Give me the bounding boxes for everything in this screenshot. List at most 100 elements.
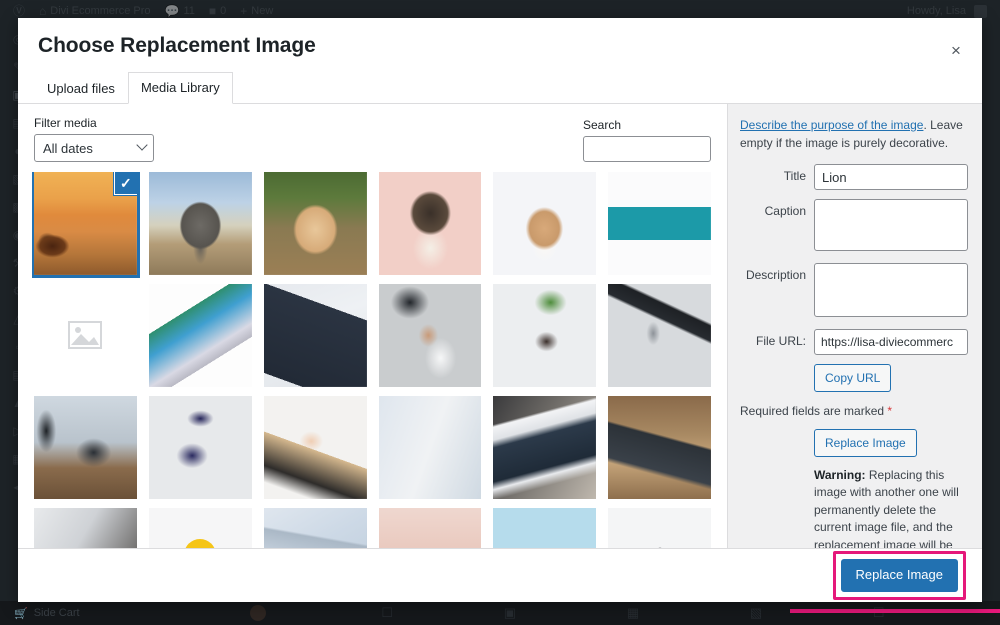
mobile-icon[interactable]: ☐ — [381, 605, 393, 621]
title-field-row: Title — [740, 164, 968, 190]
replace-image-highlight: Replace Image — [832, 551, 966, 600]
thumbnail-subject — [378, 283, 482, 387]
media-item-laptop-on-desk[interactable] — [608, 395, 711, 499]
plus-icon: + — [240, 4, 248, 18]
avatar — [974, 4, 987, 18]
media-item-samsung-phone[interactable] — [148, 283, 252, 387]
selected-check-icon: ✓ — [113, 172, 137, 195]
media-item-lion-in-grassland[interactable]: ✓ — [34, 172, 137, 275]
media-library-panel: Filter media All dates Search ✓ — [18, 104, 727, 548]
replace-image-button[interactable]: Replace Image — [840, 559, 958, 592]
search-label: Search — [583, 118, 622, 132]
media-item-vr-headset[interactable] — [493, 507, 597, 548]
alt-text-description: Describe the purpose of the image. Leave… — [740, 116, 968, 152]
thumbnail-subject — [378, 172, 482, 275]
modal-body: Filter media All dates Search ✓ Describe… — [18, 104, 982, 548]
monitor-icon[interactable]: ▧ — [750, 605, 762, 621]
thumbnail-subject — [379, 396, 482, 499]
thumbnail-subject — [493, 283, 597, 387]
caption-field-row: Caption — [740, 199, 968, 254]
media-item-corgi-dog[interactable] — [493, 172, 597, 275]
side-cart-label: Side Cart — [33, 607, 80, 619]
media-item-teal-sofa[interactable] — [608, 172, 711, 275]
thumbnail-subject — [148, 283, 252, 387]
description-control — [814, 263, 968, 320]
media-item-studio-desk[interactable] — [34, 395, 137, 499]
media-filter-bar: Filter media All dates Search — [32, 116, 713, 172]
comment-bubble-icon: 💬 — [164, 4, 180, 18]
thumbnail-subject — [263, 507, 367, 548]
image-placeholder-icon — [34, 284, 137, 387]
file-url-field-row: File URL: — [740, 329, 968, 355]
media-item-pink-sky[interactable] — [378, 507, 482, 548]
media-item-laptop-coffee[interactable] — [263, 507, 367, 548]
tab-media-library[interactable]: Media Library — [127, 72, 233, 104]
date-filter-wrap: All dates — [34, 134, 154, 162]
media-item-parachute-graphic[interactable] — [148, 507, 252, 548]
thumbnail-subject — [493, 507, 597, 548]
replace-image-secondary-button[interactable]: Replace Image — [814, 429, 917, 457]
accent-bar — [790, 609, 1000, 613]
home-icon: ⌂ — [39, 4, 47, 18]
media-item-hair-dryer[interactable] — [148, 395, 252, 499]
site-name-label: Divi Ecommerce Pro — [50, 5, 151, 17]
media-item-videographer[interactable] — [378, 283, 482, 387]
title-control — [814, 164, 968, 190]
thumbnail-subject — [148, 172, 252, 275]
phone-icon[interactable]: ☐ — [873, 605, 885, 621]
bottom-toolbar: 🛒 Side Cart ☐ ▣ ▦ ▧ ☐ — [0, 601, 1000, 625]
title-input[interactable] — [814, 164, 968, 190]
media-item-camera-flatlay[interactable] — [493, 283, 597, 387]
thumbnail-image — [378, 507, 482, 548]
media-item-image-placeholder[interactable] — [34, 283, 137, 387]
file-url-label: File URL: — [755, 334, 806, 348]
modal-footer: Replace Image — [18, 548, 982, 602]
description-label: Description — [745, 268, 806, 282]
new-label: New — [251, 5, 274, 17]
thumbnail-subject — [608, 395, 711, 499]
date-filter-select[interactable]: All dates — [34, 134, 154, 162]
comments-count: 11 — [183, 5, 195, 17]
media-item-microphone[interactable] — [608, 283, 711, 387]
search-group: Search — [583, 118, 711, 162]
warning-label: Warning: — [814, 468, 866, 482]
media-item-bag-graphic[interactable] — [608, 507, 711, 548]
media-item-elephant[interactable] — [148, 172, 252, 275]
media-grid-scroll[interactable]: ✓ — [32, 172, 713, 548]
thumbnail-subject — [493, 395, 597, 499]
parachute-icon — [149, 508, 252, 548]
media-item-jack-russell-dog[interactable] — [378, 172, 482, 275]
media-item-camera-lens[interactable] — [378, 395, 482, 499]
desktop-icon[interactable]: ▦ — [627, 605, 639, 621]
close-icon[interactable]: × — [938, 32, 974, 68]
search-input[interactable] — [583, 136, 711, 162]
thumbnail-subject — [263, 283, 367, 387]
describe-purpose-link[interactable]: Describe the purpose of the image — [740, 118, 923, 132]
device-preview-group: ☐ ▣ ▦ ▧ ☐ — [266, 605, 1000, 621]
copy-url-button[interactable]: Copy URL — [814, 364, 892, 392]
tab-upload-files[interactable]: Upload files — [34, 73, 128, 104]
file-url-input[interactable] — [814, 329, 968, 355]
file-url-control — [814, 329, 968, 355]
required-fields-note: Required fields are marked * — [740, 404, 968, 418]
filter-media-label: Filter media — [34, 116, 97, 130]
media-item-desk-with-phone[interactable] — [34, 507, 137, 548]
page-title: Choose Replacement Image — [38, 34, 316, 57]
media-item-hands-typing[interactable] — [263, 395, 367, 499]
modal-tabs: Upload files Media Library — [18, 72, 982, 104]
media-item-hand-holding-phone[interactable] — [493, 395, 597, 499]
required-note-text: Required fields are marked — [740, 404, 888, 418]
thumbnail-subject — [34, 507, 137, 548]
side-cart-control[interactable]: 🛒 Side Cart — [0, 607, 240, 620]
replace-warning-text: Warning: Replacing this image with anoth… — [814, 467, 964, 548]
description-textarea[interactable] — [814, 263, 968, 317]
caption-textarea[interactable] — [814, 199, 968, 251]
media-item-phone-case[interactable] — [263, 283, 367, 387]
choose-replacement-image-modal: Choose Replacement Image × Upload files … — [18, 18, 982, 602]
description-field-row: Description — [740, 263, 968, 320]
updates-count: 0 — [220, 5, 227, 17]
caption-label: Caption — [764, 204, 806, 218]
cart-icon: 🛒 — [14, 607, 28, 620]
media-item-beagle-dog[interactable] — [263, 172, 367, 275]
tablet-icon[interactable]: ▣ — [504, 605, 516, 621]
